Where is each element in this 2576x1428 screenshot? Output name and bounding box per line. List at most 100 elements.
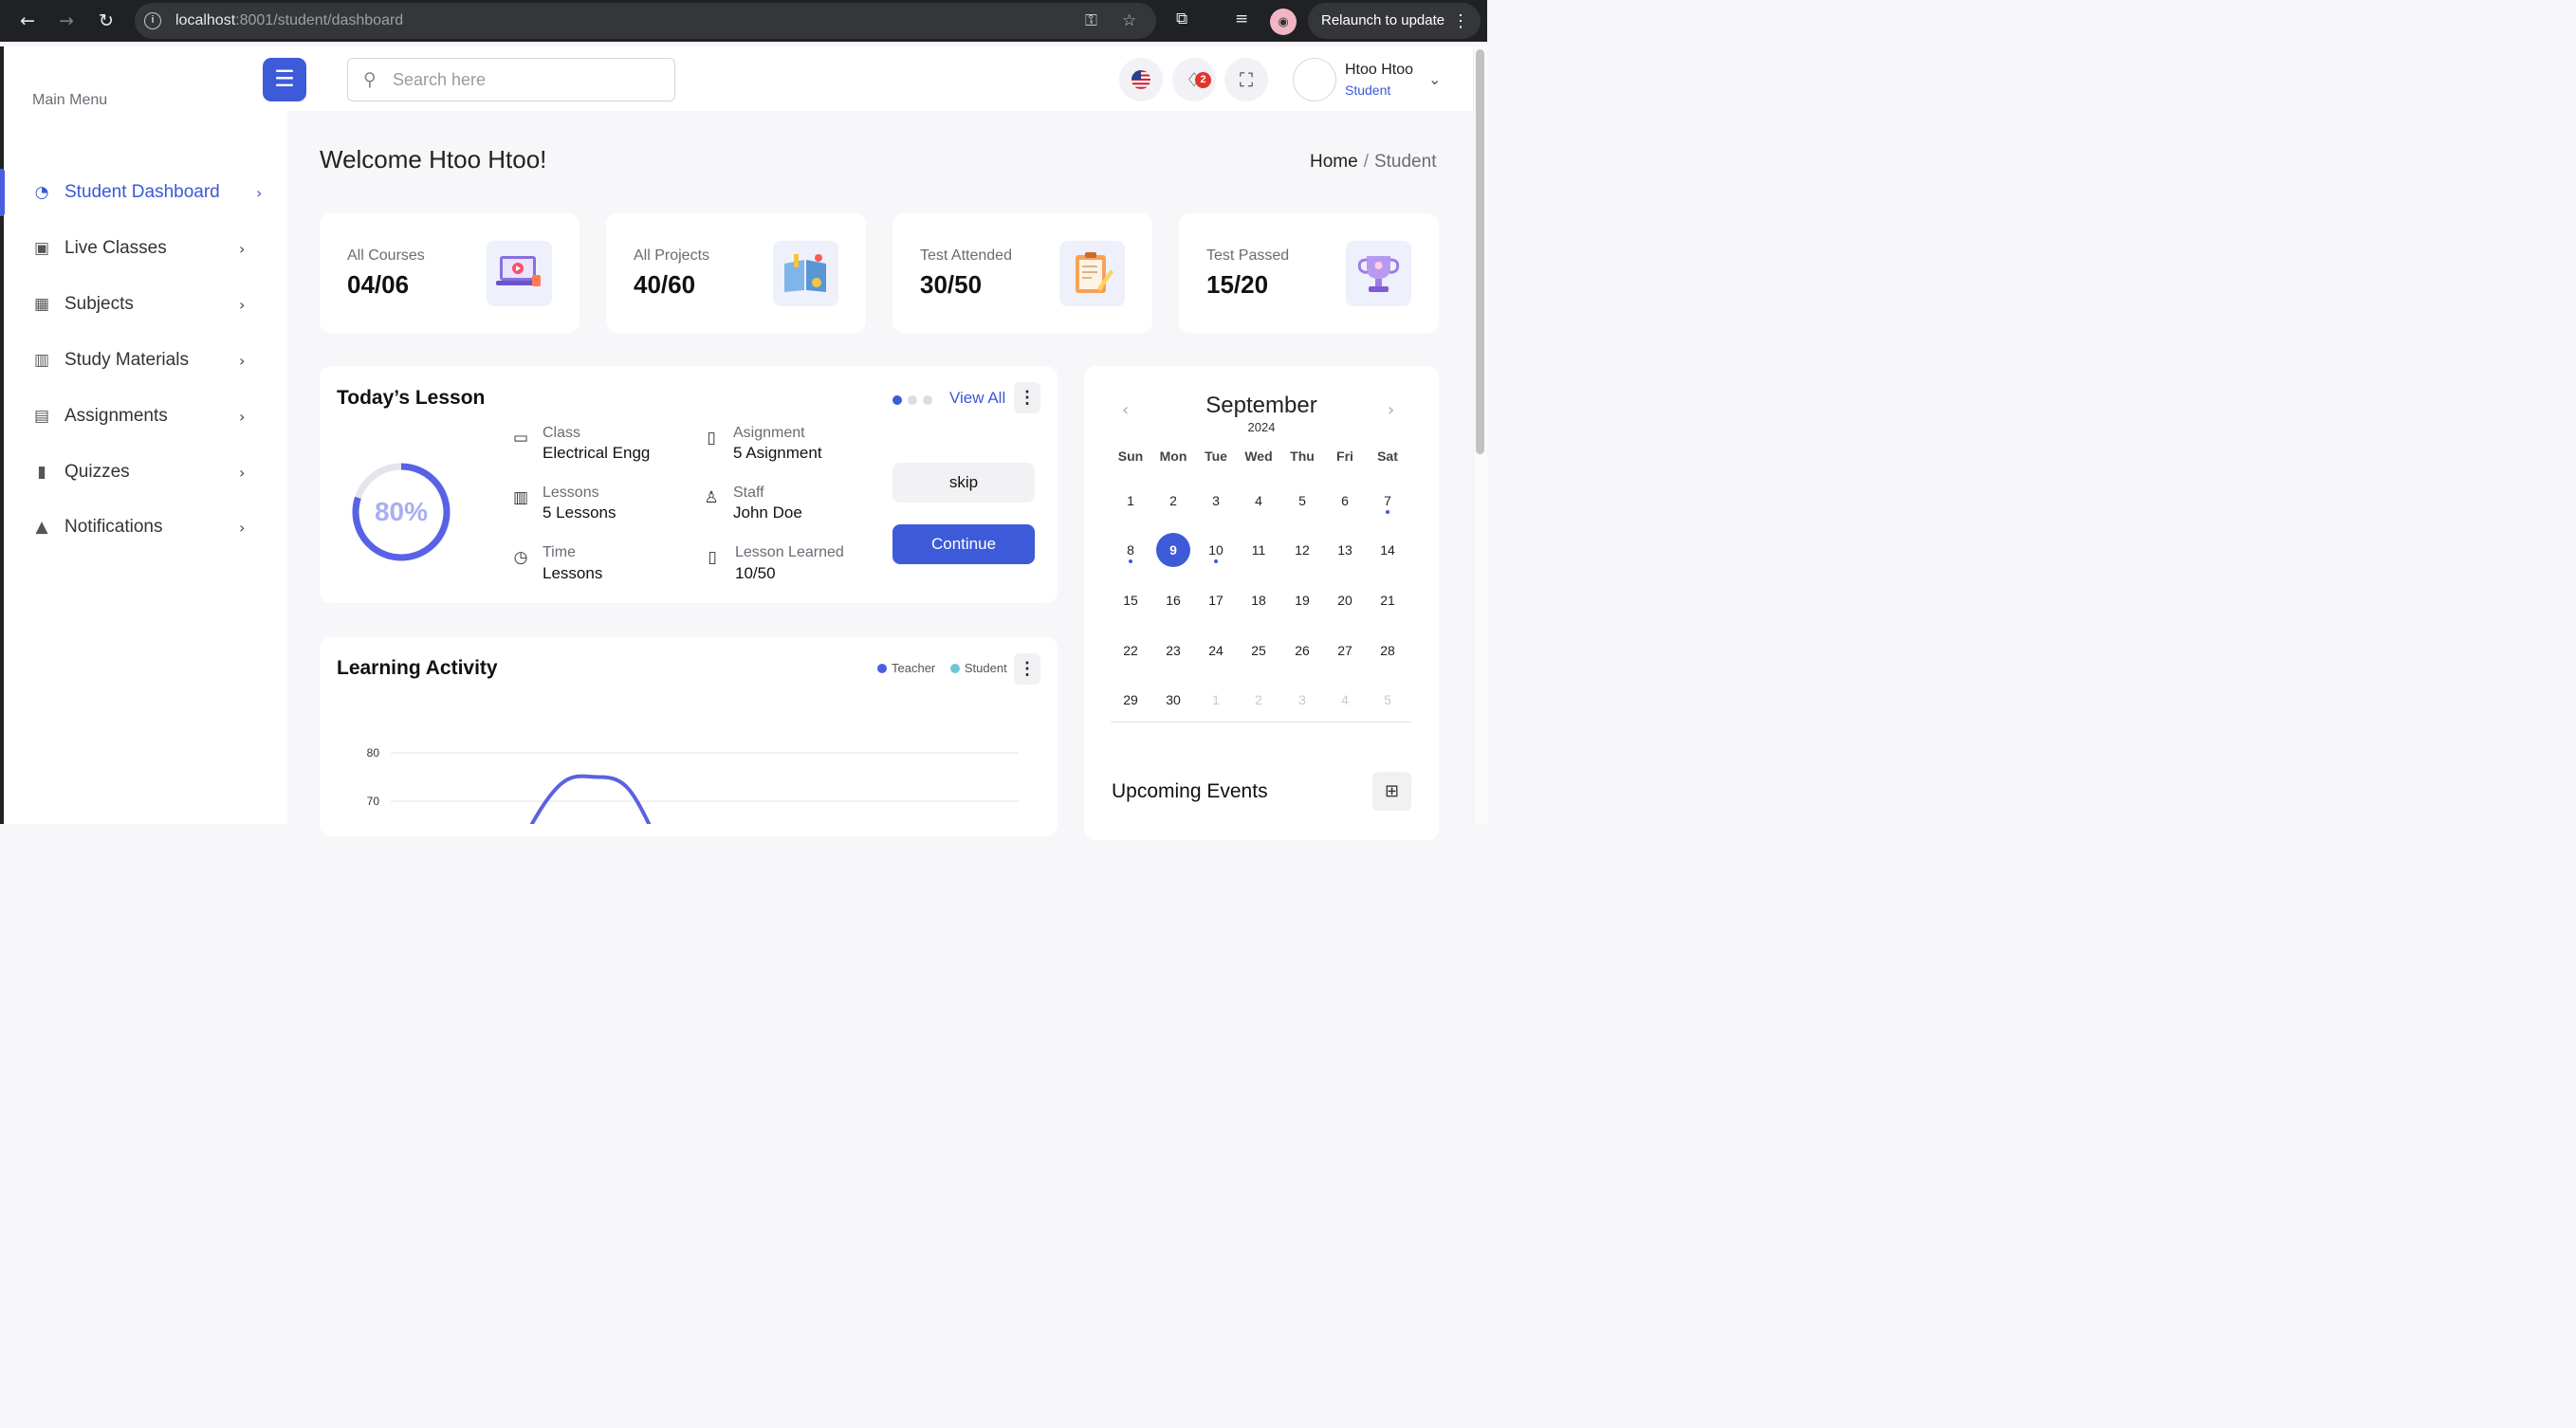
sidebar-item-quizzes[interactable]: ▮ Quizzes › [0,449,284,496]
stat-value: 04/06 [347,270,410,299]
scrollbar-thumb[interactable] [1476,49,1484,454]
menu-toggle-button[interactable]: ☰ [263,58,306,101]
url-text[interactable]: localhost:8001/student/dashboard [175,12,403,29]
sidebar-item-live-classes[interactable]: ▣ Live Classes › [0,225,284,272]
calendar-day[interactable]: 24 [1199,633,1233,668]
search-input[interactable] [393,68,658,91]
calendar-day[interactable]: 30 [1156,683,1190,717]
user-avatar[interactable] [1293,58,1336,101]
media-icon[interactable]: ≡ [1235,9,1248,28]
detail-value: 10/50 [735,564,776,582]
stat-label: All Projects [634,247,710,264]
calendar-day[interactable]: 16 [1156,583,1190,617]
profile-avatar-icon[interactable]: ◉ [1270,9,1297,35]
language-button[interactable] [1119,58,1163,101]
weekday-label: Sat [1377,449,1398,464]
sidebar-item-study-materials[interactable]: ▥ Study Materials › [0,337,284,384]
reload-icon[interactable]: ↻ [95,9,118,32]
weekday-label: Mon [1159,449,1187,464]
y-tick-label: 80 [367,746,380,760]
calendar-day[interactable]: 22 [1113,633,1148,668]
sidebar-item-label: Student Dashboard [64,182,220,202]
sidebar-item-notifications[interactable]: ▲ Notifications › [0,503,284,551]
calendar-day[interactable]: 2 [1242,683,1276,717]
project-book-icon [773,241,838,306]
legend-student[interactable]: Student [965,661,1007,675]
back-icon[interactable]: ← [16,9,39,32]
calendar-day[interactable]: 7 [1371,484,1405,518]
key-icon[interactable]: ⚿ [1085,11,1097,30]
relaunch-button[interactable]: Relaunch to update ⋮ [1308,3,1481,39]
stat-card-projects: All Projects 40/60 [606,213,866,333]
add-event-button[interactable]: ⊞ [1372,772,1411,811]
calendar-day[interactable]: 11 [1242,533,1276,567]
calendar-day[interactable]: 1 [1113,484,1148,518]
address-bar[interactable]: i localhost:8001/student/dashboard ⚿ ☆ [135,3,1156,39]
calendar-day[interactable]: 29 [1113,683,1148,717]
continue-button[interactable]: Continue [892,524,1035,564]
calendar-day[interactable]: 28 [1371,633,1405,668]
chevron-down-icon[interactable]: ⌄ [1428,70,1441,88]
calendar-day[interactable]: 18 [1242,583,1276,617]
calendar-day[interactable]: 19 [1285,583,1319,617]
stat-label: All Courses [347,247,425,264]
site-info-icon[interactable]: i [144,12,161,29]
user-role: Student [1345,82,1391,98]
sidebar-item-student-dashboard[interactable]: ◔ Student Dashboard › [0,169,284,216]
calendar-day[interactable]: 1 [1199,683,1233,717]
carousel-dot[interactable] [923,395,932,405]
sidebar-item-assignments[interactable]: ▤ Assignments › [0,393,284,440]
detail-label: Lesson Learned [735,544,844,560]
calendar-day[interactable]: 14 [1371,533,1405,567]
calendar-day[interactable]: 21 [1371,583,1405,617]
calendar-day[interactable]: 3 [1285,683,1319,717]
series-line-teacher [529,774,652,824]
star-icon[interactable]: ☆ [1122,11,1136,30]
calendar-day[interactable]: 26 [1285,633,1319,668]
search-box[interactable]: ⚲ [347,58,675,101]
calendar-month: September [1205,393,1317,418]
calendar-day[interactable]: 23 [1156,633,1190,668]
trophy-icon [1346,241,1411,306]
lesson-more-button[interactable]: ⋮ [1014,382,1040,413]
calendar-day[interactable]: 9 [1156,533,1190,567]
event-dot [1386,510,1389,514]
calendar-day[interactable]: 17 [1199,583,1233,617]
view-all-link[interactable]: View All [949,389,1005,408]
stat-card-tests-passed: Test Passed 15/20 [1179,213,1439,333]
sidebar-item-label: Subjects [64,294,134,314]
calendar-day[interactable]: 2 [1156,484,1190,518]
sidebar-item-subjects[interactable]: ▦ Subjects › [0,281,284,328]
extensions-icon[interactable]: ⧉ [1176,9,1187,28]
breadcrumb-home[interactable]: Home [1310,152,1358,172]
plus-square-icon: ⊞ [1384,781,1400,800]
forward-icon[interactable]: → [55,9,78,32]
calendar-day[interactable]: 4 [1328,683,1362,717]
calendar-day[interactable]: 25 [1242,633,1276,668]
calendar-day[interactable]: 10 [1199,533,1233,567]
calendar-day[interactable]: 20 [1328,583,1362,617]
calendar-day[interactable]: 5 [1285,484,1319,518]
breadcrumb: Home / Student [1310,152,1436,173]
fullscreen-button[interactable]: ⛶ [1224,58,1268,101]
calendar-day[interactable]: 27 [1328,633,1362,668]
calendar-day[interactable]: 5 [1371,683,1405,717]
chart-legend: Teacher Student [877,661,1007,675]
carousel-dot[interactable] [908,395,917,405]
calendar-day[interactable]: 15 [1113,583,1148,617]
learning-activity-chart: 80 70 [367,746,1019,824]
calendar-day[interactable]: 6 [1328,484,1362,518]
calendar-day[interactable]: 12 [1285,533,1319,567]
skip-button[interactable]: skip [892,463,1035,503]
calendar-day[interactable]: 13 [1328,533,1362,567]
user-name[interactable]: Htoo Htoo [1345,62,1413,79]
carousel-dot[interactable] [892,395,902,405]
calendar-day[interactable]: 4 [1242,484,1276,518]
legend-teacher[interactable]: Teacher [892,661,935,675]
sidebar-item-label: Quizzes [64,462,130,482]
calendar-day[interactable]: 8 [1113,533,1148,567]
calendar-year: 2024 [1247,420,1276,434]
lesson-carousel-dots[interactable] [892,393,938,410]
calendar-day[interactable]: 3 [1199,484,1233,518]
activity-more-button[interactable]: ⋮ [1014,653,1040,685]
